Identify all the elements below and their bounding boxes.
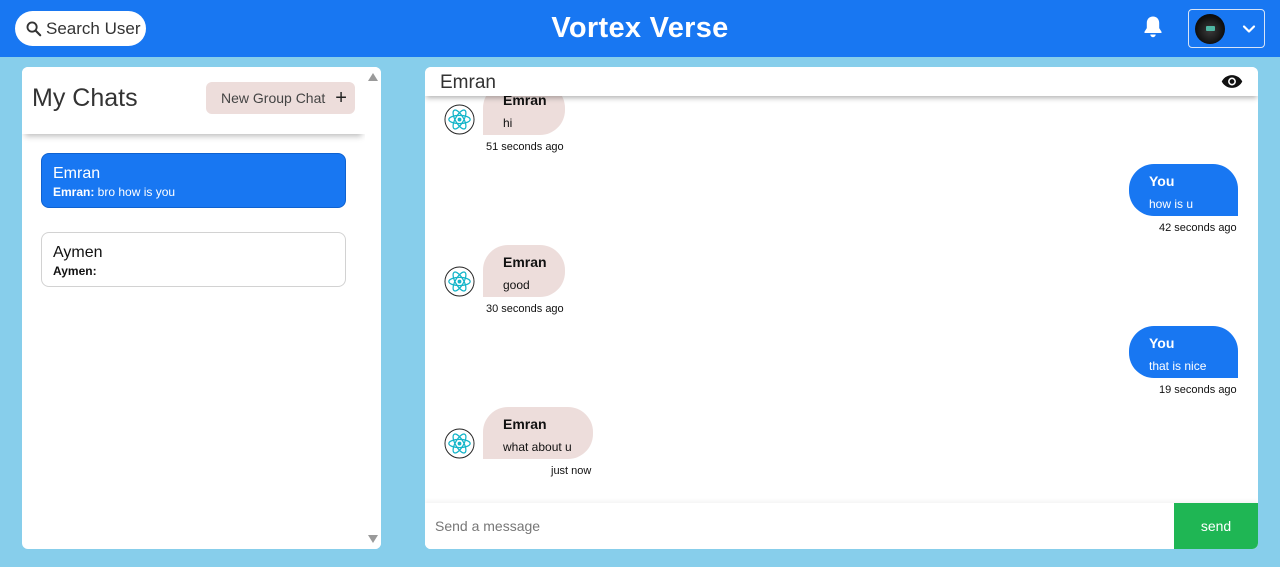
chevron-down-icon (1242, 24, 1256, 33)
chat-preview-sender: Aymen: (53, 264, 97, 278)
message-text: what about u (503, 440, 572, 454)
chat-name: Aymen (53, 244, 103, 261)
chat-preview-text: bro how is you (94, 185, 176, 199)
message-timestamp: 42 seconds ago (1159, 222, 1237, 234)
profile-menu-button[interactable] (1188, 9, 1265, 48)
scroll-down-arrow[interactable] (368, 535, 378, 543)
scroll-up-arrow[interactable] (368, 73, 378, 81)
message-list[interactable]: Emran hi 51 seconds ago You how is u 42 … (425, 67, 1258, 502)
message-bubble-incoming: Emran good (483, 245, 565, 297)
chat-name: Emran (53, 165, 101, 182)
search-user-label: Search User (46, 18, 141, 38)
app-title: Vortex Verse (551, 12, 729, 44)
message-timestamp: 51 seconds ago (486, 141, 564, 153)
chat-item-aymen[interactable]: Aymen Aymen: (41, 232, 346, 287)
message-bubble-incoming: Emran what about u (483, 407, 593, 459)
chat-preview-sender: Emran: (53, 185, 95, 199)
new-group-chat-label: New Group Chat (221, 90, 326, 106)
conversation-panel: Emran hi 51 seconds ago You how is u 42 … (425, 67, 1258, 549)
message-bubble-outgoing: You how is u (1129, 164, 1238, 216)
search-icon (26, 21, 42, 37)
plus-icon: + (335, 87, 347, 109)
react-logo-icon (444, 428, 475, 459)
message-text: good (503, 278, 530, 292)
message-sender: You (1149, 173, 1175, 189)
message-text: that is nice (1149, 359, 1207, 373)
eye-icon[interactable] (1221, 73, 1243, 90)
message-input[interactable] (425, 503, 1174, 549)
chat-list-scrollbar[interactable] (365, 67, 381, 549)
conversation-header: Emran (425, 67, 1258, 96)
message-bubble-outgoing: You that is nice (1129, 326, 1238, 378)
new-group-chat-button[interactable]: New Group Chat + (206, 82, 355, 114)
message-text: how is u (1149, 197, 1194, 211)
message-sender: Emran (503, 254, 547, 270)
chat-item-emran[interactable]: Emran Emran: bro how is you (41, 153, 346, 208)
chat-preview: Aymen: (53, 264, 345, 278)
message-timestamp: just now (551, 465, 592, 477)
top-bar: Search User Vortex Verse (0, 0, 1280, 57)
react-logo-icon (444, 104, 475, 135)
my-chats-header: My Chats New Group Chat + (22, 67, 365, 134)
chat-preview: Emran: bro how is you (53, 185, 345, 199)
send-button[interactable]: send (1174, 503, 1258, 549)
message-sender: Emran (503, 416, 547, 432)
bell-icon[interactable] (1141, 14, 1165, 40)
my-chats-title: My Chats (32, 84, 138, 112)
message-timestamp: 30 seconds ago (486, 303, 564, 315)
my-chats-panel: My Chats New Group Chat + Emran Emran: b… (22, 67, 381, 549)
react-logo-icon (444, 266, 475, 297)
message-text: hi (503, 116, 513, 130)
avatar (1195, 13, 1225, 44)
message-timestamp: 19 seconds ago (1159, 384, 1237, 396)
message-sender: You (1149, 335, 1175, 351)
search-user-button[interactable]: Search User (15, 11, 146, 46)
message-composer: send (425, 503, 1258, 549)
conversation-partner-name: Emran (440, 72, 496, 93)
